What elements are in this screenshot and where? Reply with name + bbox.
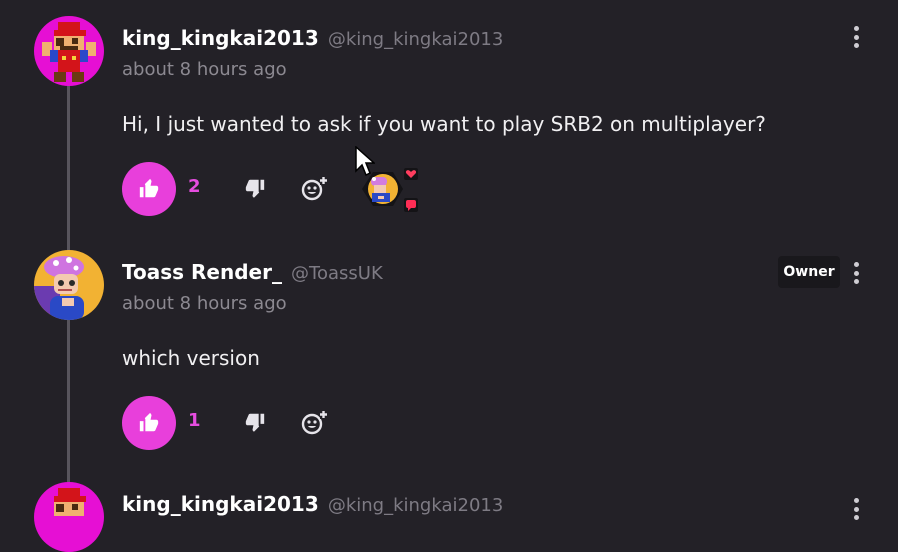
mouse-cursor-icon bbox=[355, 146, 375, 177]
comment-actions: 2 bbox=[122, 162, 442, 216]
author-handle[interactable]: @ToassUK bbox=[291, 263, 383, 284]
comment-actions: 1 bbox=[122, 396, 442, 450]
more-options-icon[interactable] bbox=[846, 24, 866, 50]
add-reaction-button[interactable] bbox=[300, 409, 328, 437]
like-count: 1 bbox=[188, 410, 201, 431]
author-row: Toass Render_ @ToassUK bbox=[122, 260, 383, 284]
comment-text: Hi, I just wanted to ask if you want to … bbox=[122, 112, 766, 136]
author-handle[interactable]: @king_kingkai2013 bbox=[328, 495, 503, 516]
add-emoji-icon bbox=[301, 410, 327, 435]
author-row: king_kingkai2013 @king_kingkai2013 bbox=[122, 26, 503, 50]
author-row: king_kingkai2013 @king_kingkai2013 bbox=[122, 492, 503, 516]
chat-bubble-icon bbox=[404, 198, 418, 212]
timestamp: about 8 hours ago bbox=[122, 59, 287, 80]
thumbs-up-icon bbox=[139, 178, 159, 198]
like-button[interactable] bbox=[122, 162, 176, 216]
add-emoji-icon bbox=[301, 176, 327, 201]
author-name[interactable]: Toass Render_ bbox=[122, 260, 282, 284]
thumbs-up-icon bbox=[139, 412, 159, 432]
mario-pixel-avatar-icon[interactable] bbox=[34, 16, 104, 86]
like-count: 2 bbox=[188, 176, 201, 197]
owner-badge: Owner bbox=[778, 256, 840, 288]
like-button[interactable] bbox=[122, 396, 176, 450]
mario-pixel-avatar-icon[interactable] bbox=[34, 482, 104, 552]
thumbs-down-icon bbox=[245, 413, 265, 432]
thumbs-down-icon bbox=[245, 179, 265, 198]
comment-text: which version bbox=[122, 346, 260, 370]
more-options-icon[interactable] bbox=[846, 260, 866, 286]
cartoon-character-avatar-icon[interactable] bbox=[34, 250, 104, 320]
more-options-icon[interactable] bbox=[846, 496, 866, 522]
timestamp: about 8 hours ago bbox=[122, 293, 287, 314]
author-handle[interactable]: @king_kingkai2013 bbox=[328, 29, 503, 50]
dislike-button[interactable] bbox=[244, 177, 268, 201]
heart-icon bbox=[404, 168, 418, 180]
author-name[interactable]: king_kingkai2013 bbox=[122, 26, 319, 50]
add-reaction-button[interactable] bbox=[300, 175, 328, 203]
dislike-button[interactable] bbox=[244, 411, 268, 435]
author-name[interactable]: king_kingkai2013 bbox=[122, 492, 319, 516]
